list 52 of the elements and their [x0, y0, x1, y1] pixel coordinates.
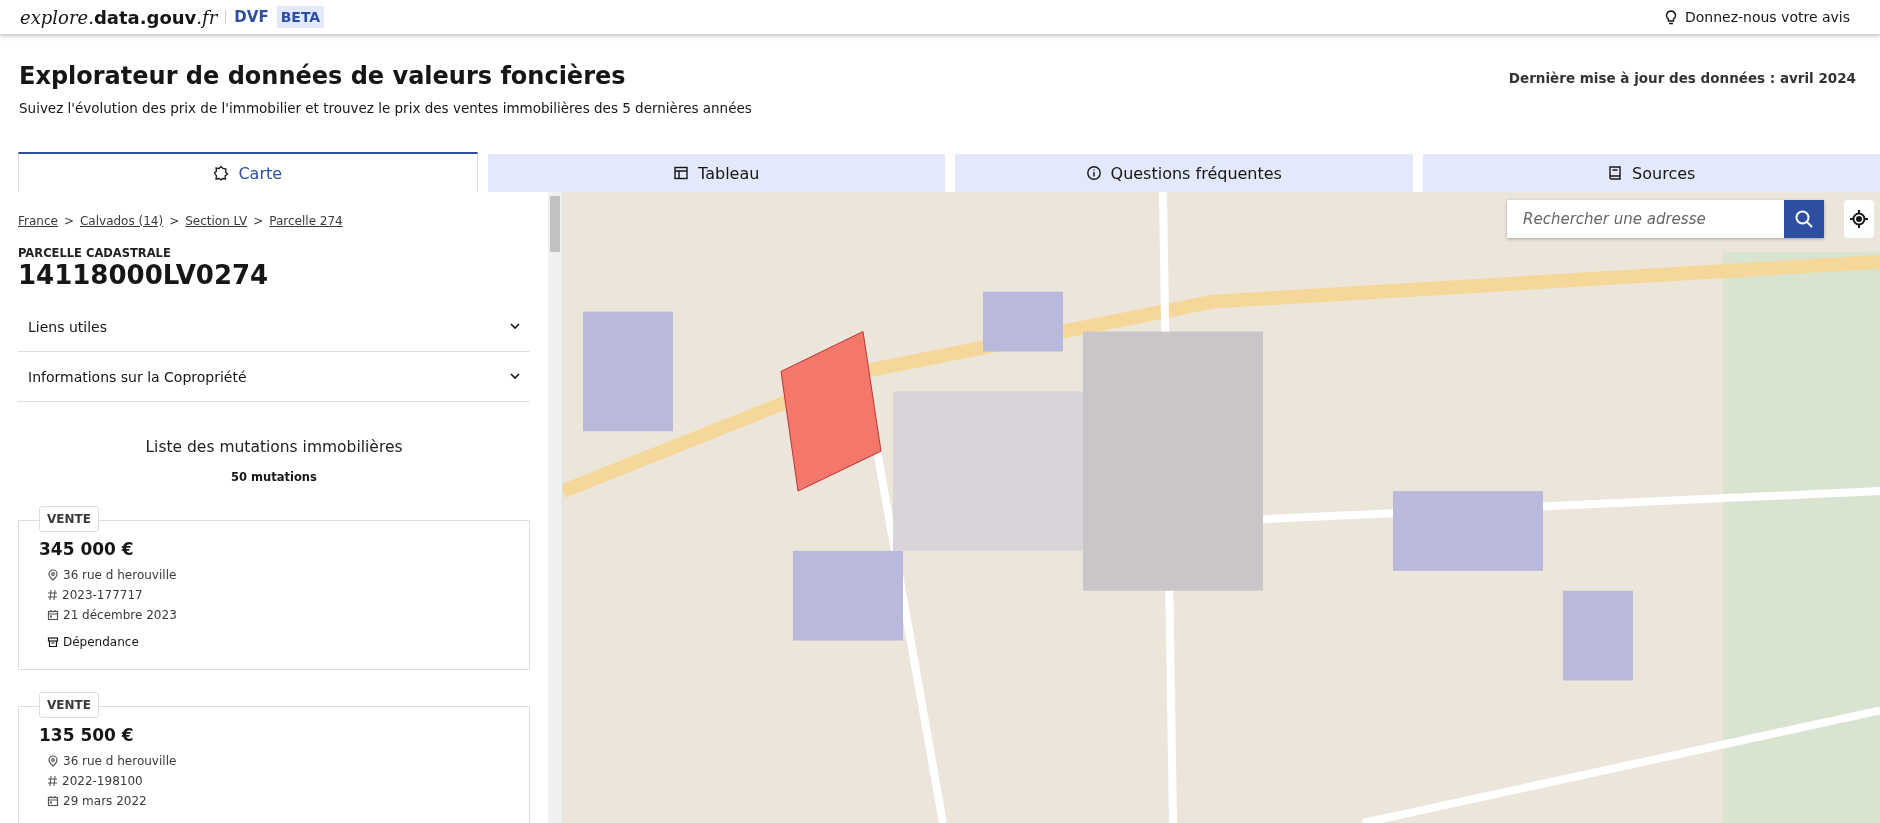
crosshair-icon	[1850, 210, 1868, 228]
scrollbar[interactable]	[548, 192, 562, 823]
sale-price: 345 000 €	[39, 539, 135, 559]
location-pin-icon	[47, 569, 59, 581]
sale-address: 36 rue d herouville	[63, 754, 177, 768]
data-update-date: Dernière mise à jour des données : avril 2024	[1508, 70, 1856, 88]
accordion-header[interactable]: Liens utiles	[18, 302, 530, 352]
sale-date: 29 mars 2022	[63, 794, 147, 808]
sale-tag: VENTE	[39, 692, 99, 718]
page-title: Explorateur de données de valeurs foncières	[19, 62, 627, 90]
locate-button[interactable]	[1844, 200, 1874, 238]
product-name: DVF	[234, 8, 269, 26]
breadcrumb-link[interactable]: Section LV	[185, 214, 248, 228]
site-logo[interactable]: explore.data.gouv.fr	[20, 6, 218, 28]
location-pin-icon	[47, 755, 59, 767]
hash-icon	[47, 589, 58, 601]
hash-icon	[47, 775, 58, 787]
table-icon	[673, 165, 690, 181]
mutations-count: 50 mutations	[230, 470, 318, 484]
breadcrumb-link[interactable]: France	[18, 214, 58, 228]
calendar-icon	[47, 795, 59, 807]
sale-tag: VENTE	[39, 506, 99, 532]
mutations-list-title: Liste des mutations immobilières	[144, 438, 404, 456]
sale-reference: 2023-177717	[62, 588, 143, 602]
property-type: Dépendance	[63, 635, 139, 649]
info-icon	[1085, 165, 1102, 181]
calendar-icon	[47, 609, 59, 621]
address-search-field[interactable]: Rechercher une adresse	[1507, 200, 1784, 238]
parcel-overline: PARCELLE CADASTRALE	[18, 246, 172, 260]
book-icon	[1607, 165, 1624, 181]
tab[interactable]: Carte	[18, 152, 478, 192]
parcel-id: 14118000LV0274	[18, 260, 270, 290]
sale-date: 21 décembre 2023	[63, 608, 177, 622]
feedback-link[interactable]: Donnez-nous votre avis	[1658, 8, 1856, 26]
breadcrumb-link[interactable]: Calvados (14)	[79, 214, 164, 228]
search-button[interactable]	[1784, 200, 1824, 238]
sale-reference: 2022-198100	[62, 774, 143, 788]
sale-address: 36 rue d herouville	[63, 568, 177, 582]
lightbulb-icon	[1664, 9, 1677, 25]
accordion-header[interactable]: Informations sur la Copropriété	[18, 352, 530, 402]
breadcrumb-link[interactable]: Parcelle 274	[269, 214, 343, 228]
storage-box-icon	[47, 636, 59, 648]
page-subtitle: Suivez l'évolution des prix de l'immobilier et trouvez le prix des ventes immobilières des 5 dernières années	[19, 100, 752, 116]
breadcrumb-separator: >	[63, 214, 74, 228]
tab[interactable]: Tableau	[487, 154, 945, 192]
search-icon	[1795, 210, 1813, 228]
breadcrumb-separator: >	[253, 214, 264, 228]
breadcrumb-separator: >	[169, 214, 180, 228]
beta-badge: BETA	[276, 6, 325, 28]
sale-price: 135 500 €	[39, 725, 135, 745]
tab[interactable]: Sources	[1422, 154, 1880, 192]
tab[interactable]: Questions fréquentes	[955, 154, 1413, 192]
